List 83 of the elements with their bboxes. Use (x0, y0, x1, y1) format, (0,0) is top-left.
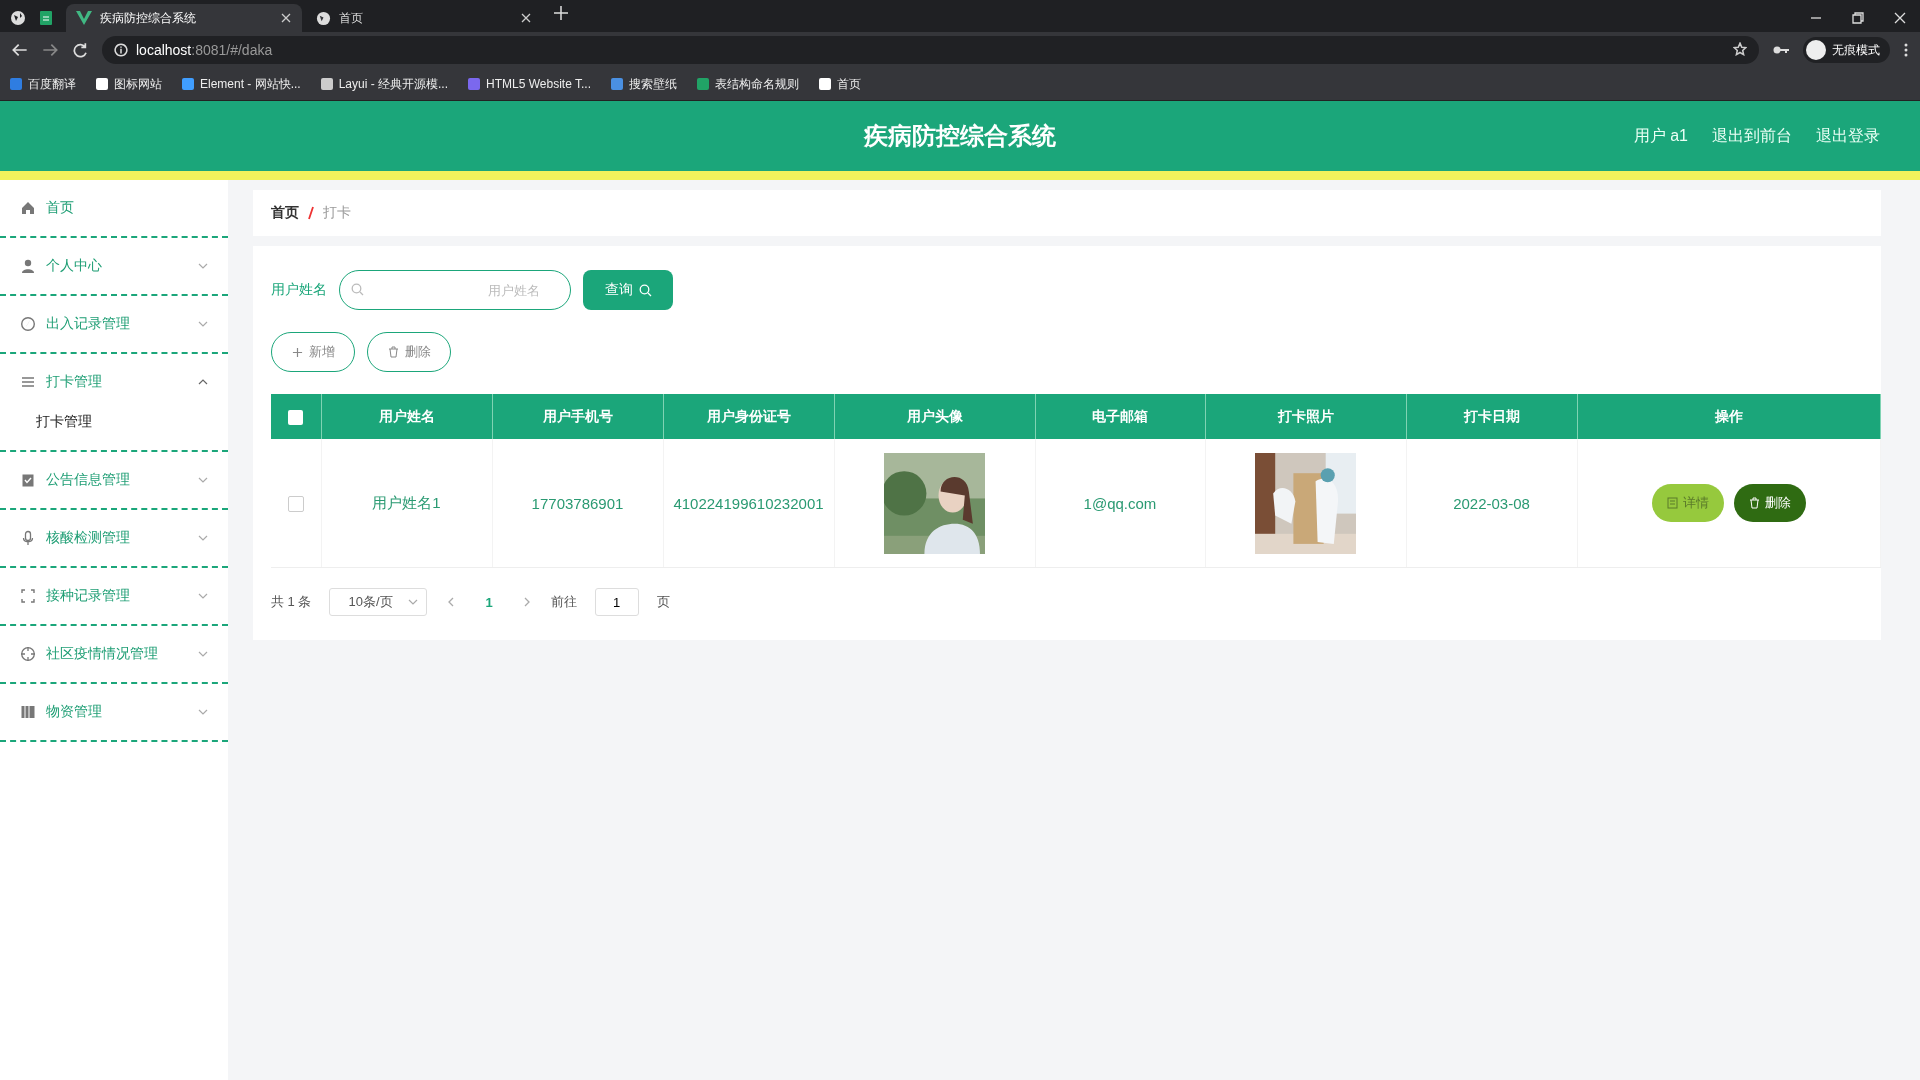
breadcrumb-item[interactable]: 首页 (271, 204, 299, 222)
person-icon (20, 258, 36, 274)
list-icon (20, 374, 36, 390)
profile-button[interactable]: 无痕模式 (1803, 37, 1890, 63)
page-size-select[interactable]: 10条/页 (329, 588, 428, 616)
bookmark[interactable]: 百度翻译 (10, 75, 76, 93)
column-header: 电子邮箱 (1092, 407, 1148, 424)
select-all-checkbox[interactable] (288, 409, 304, 425)
document-icon (1666, 497, 1678, 509)
bookmark[interactable]: 表结构命名规则 (697, 75, 799, 93)
column-header: 打卡日期 (1463, 407, 1520, 424)
column-header: 操作 (1714, 407, 1743, 424)
key-icon[interactable] (1773, 45, 1789, 55)
frame-icon (20, 588, 36, 604)
clipboard-icon (20, 472, 36, 488)
bookmark[interactable]: 搜索壁纸 (611, 75, 677, 93)
v-logo-icon (76, 11, 92, 25)
books-icon (20, 704, 36, 720)
delete-button[interactable]: 删除 (1733, 484, 1806, 522)
forward-icon[interactable] (42, 42, 58, 58)
search-icon (351, 283, 364, 296)
sidebar-item[interactable]: 接种记录管理 (0, 576, 228, 616)
microphone-icon (20, 530, 36, 546)
info-icon (114, 43, 128, 57)
restore-icon[interactable] (1852, 12, 1864, 24)
bookmark[interactable]: 图标网站 (96, 75, 162, 93)
sidebar-item[interactable]: 物资管理 (0, 692, 228, 732)
slash-icon (307, 206, 315, 220)
sheet-icon[interactable] (38, 10, 54, 26)
goto-label: 前往 (550, 593, 577, 611)
table-cell: 1@qq.com (1083, 494, 1157, 512)
app-title: 疾病防控综合系统 (864, 122, 1056, 149)
sidebar-item[interactable]: 社区疫情情况管理 (0, 634, 228, 674)
sidebar-item[interactable]: 个人中心 (0, 246, 228, 286)
home-icon (20, 200, 36, 216)
column-header: 用户身份证号 (706, 407, 791, 424)
search-icon (638, 283, 652, 297)
close-icon[interactable] (1894, 12, 1906, 24)
trash-icon (1748, 497, 1760, 509)
page-input[interactable]: 1 (594, 588, 639, 616)
table-cell: 2022-03-08 (1453, 494, 1530, 512)
sidebar-item[interactable]: 打卡管理 (0, 362, 228, 402)
compass-icon (20, 316, 36, 332)
trash-icon (387, 346, 399, 358)
star-icon[interactable] (1733, 41, 1747, 56)
bookmark[interactable]: HTML5 Website T... (468, 77, 591, 91)
sidebar-item[interactable]: 核酸检测管理 (0, 518, 228, 558)
column-header: 打卡照片 (1277, 407, 1334, 424)
browser-tab[interactable]: 疾病防控综合系统 (66, 4, 302, 32)
chevron-icon (408, 597, 419, 607)
column-header: 用户姓名 (378, 407, 435, 424)
sidebar-item[interactable]: 出入记录管理 (0, 304, 228, 344)
reload-icon[interactable] (72, 42, 88, 58)
bookmark[interactable]: Element - 网站快... (182, 75, 301, 93)
address-bar[interactable]: localhost:8081/#/daka (102, 36, 1759, 64)
add-button[interactable]: 新增 (271, 332, 355, 372)
sidebar-item[interactable]: 公告信息管理 (0, 460, 228, 500)
globe-icon (316, 10, 331, 26)
menu-icon[interactable] (1904, 43, 1908, 57)
close-tab-icon[interactable] (520, 12, 532, 24)
back-icon[interactable] (12, 42, 28, 58)
browser-tab[interactable]: 首页 (306, 4, 542, 32)
bookmark[interactable]: Layui - 经典开源模... (320, 75, 449, 93)
column-header: 用户头像 (906, 407, 963, 424)
sidebar-subitem[interactable]: 打卡管理 (36, 413, 92, 431)
sidebar-item[interactable]: 首页 (0, 188, 228, 228)
total-count: 共 1 条 (271, 593, 312, 611)
table-cell: 17703786901 (531, 494, 624, 512)
new-tab-icon[interactable] (554, 6, 568, 20)
table-cell: 用户姓名1 (372, 493, 441, 511)
delete-button[interactable]: 删除 (367, 332, 451, 372)
close-tab-icon[interactable] (280, 12, 292, 24)
column-header: 用户手机号 (542, 407, 613, 424)
row-checkbox[interactable] (287, 496, 304, 512)
plus-icon (291, 346, 303, 358)
search-label: 用户姓名 (271, 281, 327, 299)
page-unit: 页 (656, 593, 670, 611)
breadcrumb-item: 打卡 (323, 204, 351, 222)
crosshair-icon (20, 646, 36, 662)
bookmark[interactable]: 首页 (819, 75, 861, 93)
table-cell: 410224199610232001 (673, 494, 824, 512)
search-field[interactable]: 用户姓名 (339, 270, 571, 310)
globe-icon[interactable] (10, 10, 26, 26)
